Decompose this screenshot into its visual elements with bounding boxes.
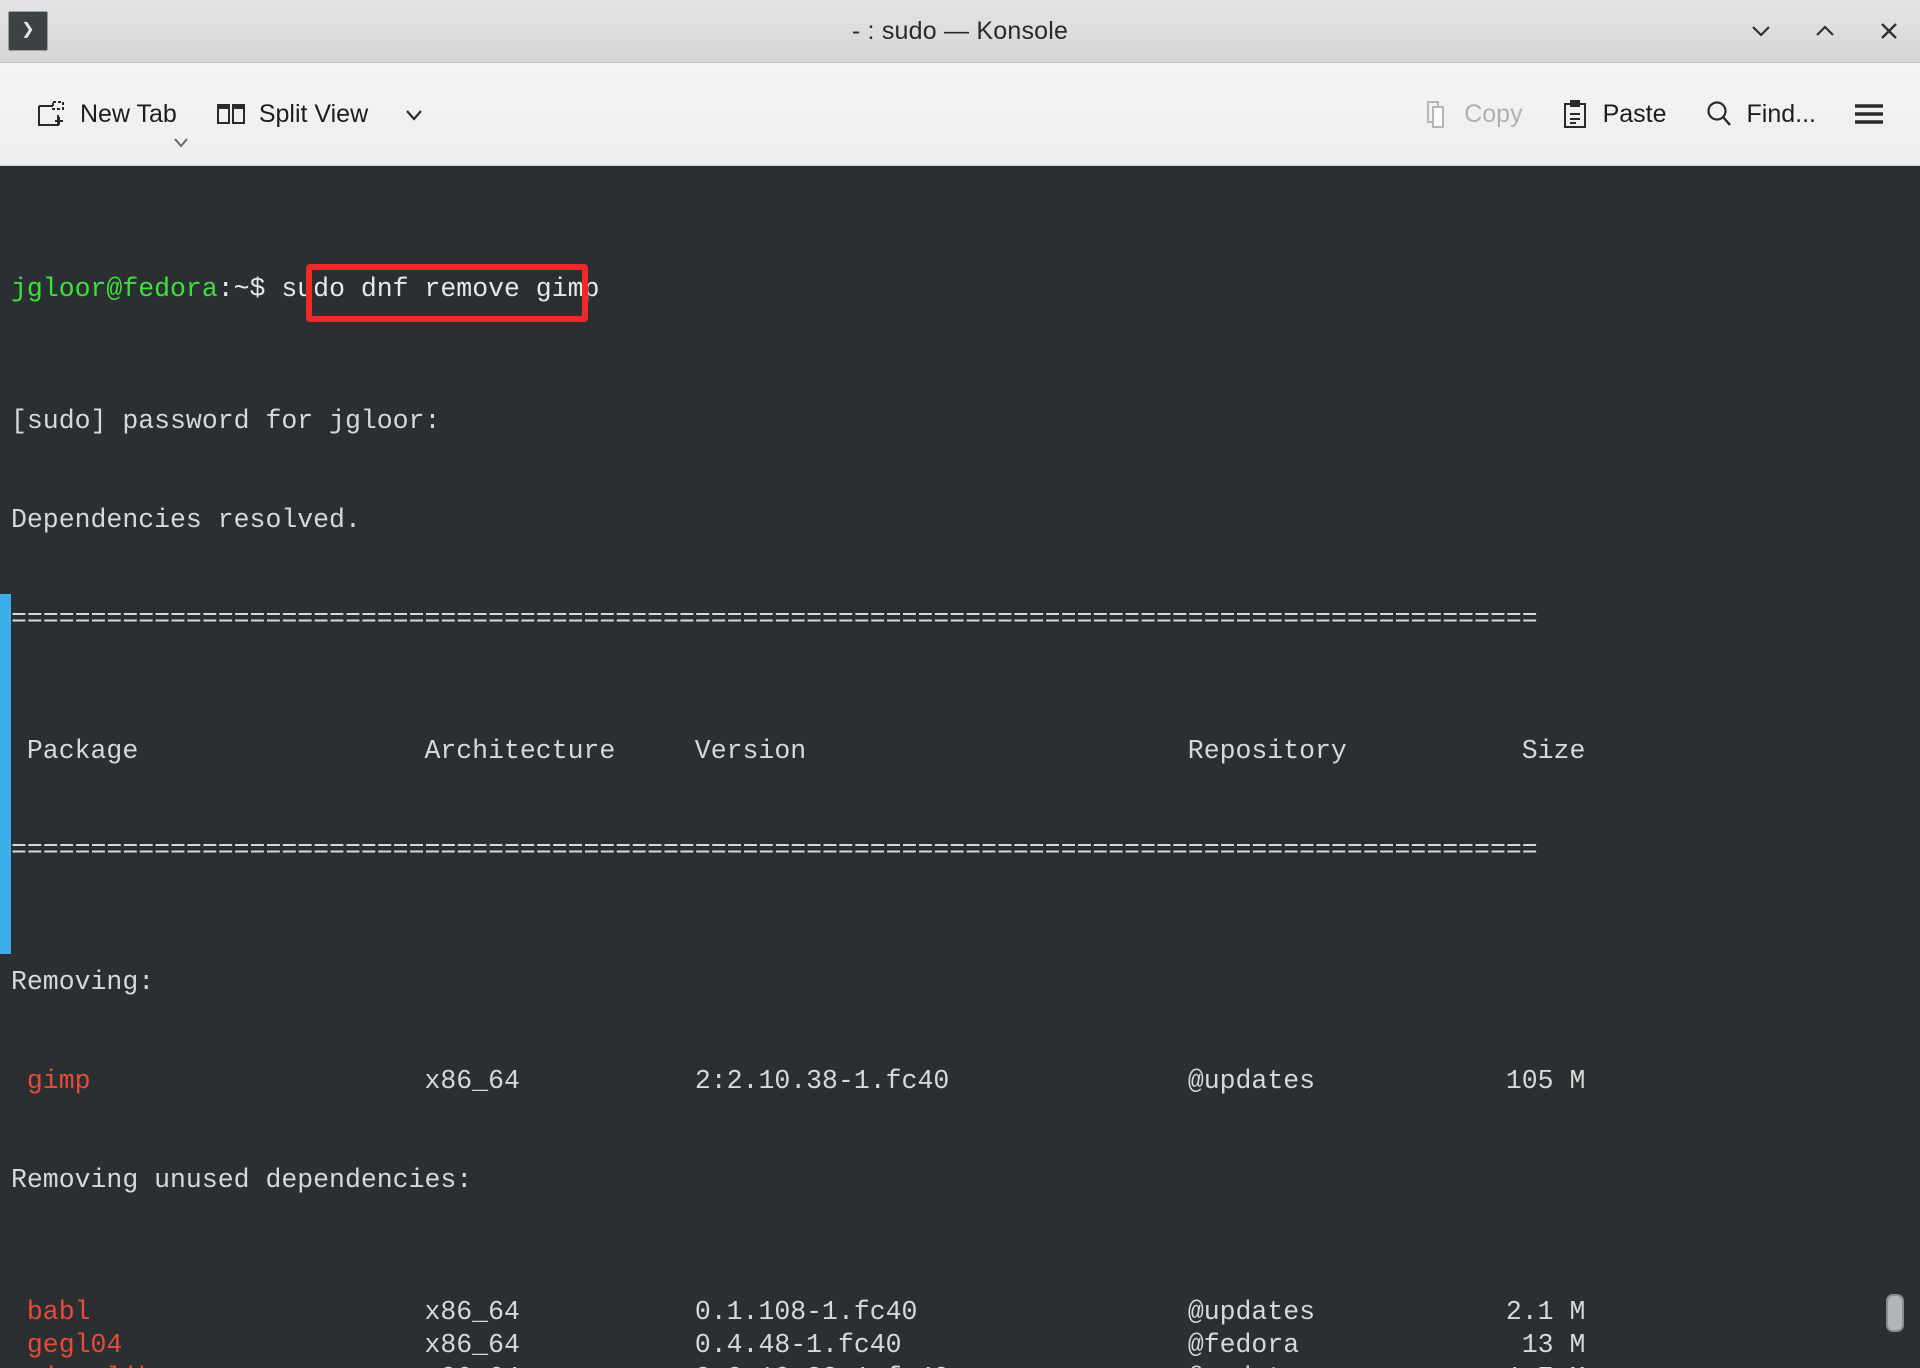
hamburger-menu-icon[interactable] xyxy=(1838,88,1900,140)
dependency-rows: babl x86_64 0.1.108-1.fc40 @updates 2.1 … xyxy=(11,1296,1920,1368)
table-row: babl x86_64 0.1.108-1.fc40 @updates 2.1 … xyxy=(11,1296,1920,1329)
typed-command: sudo dnf remove gimp xyxy=(281,274,600,304)
table-header-row: Package Architecture Version Repository … xyxy=(11,735,1920,768)
package-version: 2:2.10.38-1.fc40 xyxy=(694,1066,1188,1096)
prompt-path: :~$ xyxy=(217,274,266,304)
package-name: gegl04 xyxy=(11,1330,425,1360)
sudo-password-line: [sudo] password for jgloor: xyxy=(11,406,441,436)
window-title: - : sudo — Konsole xyxy=(851,16,1069,45)
prompt-line: jgloor@fedora:~$ sudo dnf remove gimp xyxy=(11,264,1920,322)
terminal-scrollbar[interactable] xyxy=(0,166,11,1368)
table-row: gimp-libs x86_64 2:2.10.38-1.fc40 @updat… xyxy=(11,1362,1920,1368)
toolbar: New Tab Split View Copy Paste Find... xyxy=(0,63,1920,166)
konsole-window: ❯ - : sudo — Konsole New Tab Split View … xyxy=(0,0,1920,1368)
split-view-label: Split View xyxy=(258,99,369,128)
package-repository: @updates xyxy=(1188,1363,1379,1368)
new-tab-label: New Tab xyxy=(80,99,177,128)
package-name: babl xyxy=(11,1297,425,1327)
package-size: 105 M xyxy=(1378,1066,1586,1096)
package-repository: @fedora xyxy=(1187,1330,1379,1360)
separator-top: ========================================… xyxy=(11,604,1538,634)
dependencies-resolved-line: Dependencies resolved. xyxy=(11,505,361,535)
package-repository: @updates xyxy=(1187,1297,1379,1327)
new-tab-button[interactable]: New Tab xyxy=(20,87,191,141)
package-architecture: x86_64 xyxy=(424,1363,694,1368)
new-tab-icon xyxy=(34,97,68,131)
package-version: 2:2.10.38-1.fc40 xyxy=(695,1363,1188,1368)
find-button[interactable]: Find... xyxy=(1689,88,1830,140)
package-name: gimp xyxy=(11,1066,425,1096)
package-size: 1.7 M xyxy=(1379,1363,1586,1368)
separator-header: ========================================… xyxy=(11,835,1538,865)
package-architecture: x86_64 xyxy=(424,1297,695,1327)
title-bar: ❯ - : sudo — Konsole xyxy=(0,0,1920,63)
terminal-area[interactable]: jgloor@fedora:~$ sudo dnf remove gimp [s… xyxy=(0,166,1920,1368)
split-view-icon xyxy=(215,98,247,130)
package-architecture: x86_64 xyxy=(424,1066,695,1096)
package-version: 0.4.48-1.fc40 xyxy=(694,1330,1188,1360)
paste-label: Paste xyxy=(1602,99,1667,128)
scrollbar-thumb[interactable] xyxy=(0,594,11,954)
prompt-user: jgloor@fedora xyxy=(11,274,218,304)
paste-button[interactable]: Paste xyxy=(1545,88,1681,140)
package-name: gimp-libs xyxy=(11,1363,424,1368)
mouse-cursor xyxy=(1886,1294,1904,1332)
package-size: 13 M xyxy=(1378,1330,1586,1360)
package-size: 2.1 M xyxy=(1378,1297,1586,1327)
window-controls xyxy=(1744,0,1906,62)
package-row-gimp: gimp x86_64 2:2.10.38-1.fc40 @updates 10… xyxy=(11,1065,1920,1098)
find-label: Find... xyxy=(1746,99,1816,128)
section-removing-label: Removing: xyxy=(11,967,155,997)
package-repository: @updates xyxy=(1187,1066,1379,1096)
maximize-icon[interactable] xyxy=(1808,14,1842,48)
split-view-dropdown-arrow[interactable] xyxy=(392,90,436,138)
table-row: gegl04 x86_64 0.4.48-1.fc40 @fedora 13 M xyxy=(11,1329,1920,1362)
new-tab-dropdown-arrow[interactable] xyxy=(170,135,192,156)
search-icon xyxy=(1703,98,1735,130)
terminal-output: jgloor@fedora:~$ sudo dnf remove gimp [s… xyxy=(11,166,1920,1368)
close-icon[interactable] xyxy=(1872,14,1906,48)
copy-button[interactable]: Copy xyxy=(1406,88,1536,140)
package-version: 0.1.108-1.fc40 xyxy=(694,1297,1188,1327)
copy-icon xyxy=(1420,98,1452,130)
minimize-icon[interactable] xyxy=(1744,14,1778,48)
paste-icon xyxy=(1559,98,1591,130)
section-deps-label: Removing unused dependencies: xyxy=(11,1165,473,1195)
table-headers: Package Architecture Version Repository … xyxy=(11,736,1586,766)
split-view-button[interactable]: Split View xyxy=(201,88,382,140)
copy-label: Copy xyxy=(1464,99,1523,128)
package-architecture: x86_64 xyxy=(424,1330,695,1360)
